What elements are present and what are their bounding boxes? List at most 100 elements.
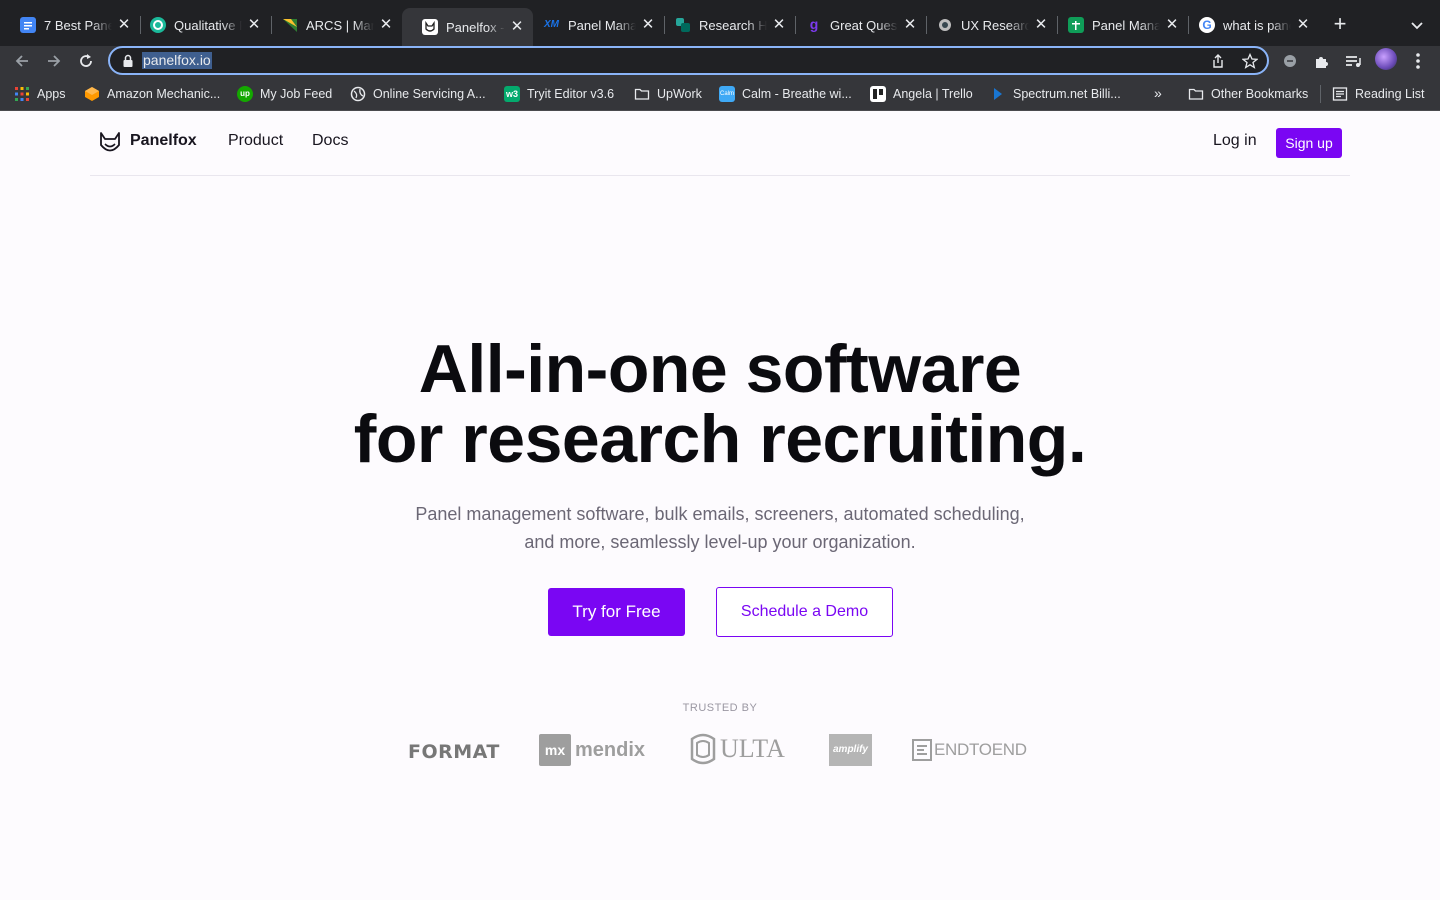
close-icon[interactable]: ✕ <box>246 17 262 33</box>
browser-tab-active[interactable]: Panelfox - Panel Management ✕ <box>402 8 533 46</box>
media-queue-icon[interactable] <box>1343 51 1363 71</box>
docs-icon <box>20 17 36 33</box>
bookmark-label: UpWork <box>657 87 702 101</box>
browser-tab[interactable]: Research Hub ✕ <box>655 8 795 42</box>
new-tab-icon[interactable]: + <box>1328 13 1352 37</box>
bookmark-calm[interactable]: Calm Calm - Breathe wi... <box>719 85 852 103</box>
tab-title: ARCS | Market Research <box>306 17 374 33</box>
close-icon[interactable]: ✕ <box>1164 17 1180 33</box>
bookmark-label: Reading List <box>1355 87 1425 101</box>
schedule-demo-button[interactable]: Schedule a Demo <box>716 587 893 637</box>
url-text[interactable]: panelfox.io <box>142 52 212 69</box>
more-vert-icon[interactable] <box>1408 51 1428 71</box>
close-icon[interactable]: ✕ <box>902 17 918 33</box>
login-link[interactable]: Log in <box>1213 132 1257 150</box>
bookmark-label: Angela | Trello <box>893 87 973 101</box>
bookmark-label: My Job Feed <box>260 87 333 101</box>
try-for-free-button[interactable]: Try for Free <box>548 588 685 636</box>
extensions-puzzle-icon[interactable] <box>1312 51 1332 71</box>
w3schools-icon: w3 <box>504 86 520 102</box>
amplify-logo: amplify <box>829 734 872 766</box>
folder-icon <box>1188 86 1204 102</box>
bookmark-my-job-feed[interactable]: up My Job Feed <box>237 85 332 103</box>
forward-icon[interactable] <box>41 48 67 74</box>
bookmarks-bar: Apps Amazon Mechanic... up My Job Feed O… <box>0 76 1440 111</box>
bookmark-apps[interactable]: Apps <box>14 85 66 103</box>
hero-sub-line-1: Panel management software, bulk emails, … <box>415 504 1025 524</box>
bookmark-label: Amazon Mechanic... <box>107 87 221 101</box>
reading-list-button[interactable]: Reading List <box>1332 85 1425 103</box>
spectrum-icon <box>990 86 1006 102</box>
arcs-icon <box>282 17 298 33</box>
hero-sub-line-2: and more, seamlessly level-up your organ… <box>524 532 916 552</box>
tab-title: Qualitative Research <box>174 17 242 33</box>
tab-title: Great Questions <box>830 17 898 33</box>
upwork-icon: up <box>237 86 253 102</box>
browser-tab[interactable]: g Great Questions ✕ <box>786 8 926 42</box>
lock-icon <box>123 54 133 67</box>
close-icon[interactable]: ✕ <box>771 17 787 33</box>
bookmark-upwork-folder[interactable]: UpWork <box>634 85 702 103</box>
bookmark-amazon-mturk[interactable]: Amazon Mechanic... <box>84 85 220 103</box>
bookmark-trello[interactable]: Angela | Trello <box>870 85 973 103</box>
panelfox-icon <box>422 19 438 35</box>
mendix-mark-icon: mx <box>539 734 571 766</box>
profile-avatar[interactable] <box>1375 48 1397 70</box>
browser-tab[interactable]: 7 Best Panel Management ✕ <box>0 8 140 42</box>
close-icon[interactable]: ✕ <box>1033 17 1049 33</box>
hero-headline: All-in-one software for research recruit… <box>0 334 1440 474</box>
bookmark-label: Calm - Breathe wi... <box>742 87 852 101</box>
close-icon[interactable]: ✕ <box>1295 17 1311 33</box>
address-bar[interactable]: panelfox.io <box>108 46 1269 75</box>
xm-icon: XM <box>544 19 559 30</box>
bookmark-label: Tryit Editor v3.6 <box>527 87 615 101</box>
tab-title: Panel Management <box>568 17 636 33</box>
browser-toolbar: panelfox.io <box>0 46 1440 76</box>
bookmark-label: Spectrum.net Billi... <box>1013 87 1121 101</box>
browser-tab[interactable]: ARCS | Market Research ✕ <box>262 8 402 42</box>
browser-tab[interactable]: XM Panel Management ✕ <box>524 8 664 42</box>
tab-title: UX Research <box>961 17 1029 33</box>
bookmark-spectrum[interactable]: Spectrum.net Billi... <box>990 85 1121 103</box>
hero-headline-line-1: All-in-one software <box>418 331 1022 407</box>
amazon-mturk-icon <box>84 86 100 102</box>
bookmark-other-bookmarks[interactable]: Other Bookmarks <box>1188 85 1308 103</box>
bookmarks-overflow-chevron-icon[interactable]: » <box>1154 85 1162 101</box>
nav-docs[interactable]: Docs <box>312 132 348 150</box>
reload-icon[interactable] <box>73 48 99 74</box>
back-icon[interactable] <box>9 48 35 74</box>
browser-tab[interactable]: Panel Management ✕ <box>1048 8 1188 42</box>
q-icon <box>150 17 166 33</box>
hero-subheading: Panel management software, bulk emails, … <box>370 500 1070 556</box>
bookmark-online-servicing[interactable]: Online Servicing A... <box>350 85 486 103</box>
share-icon[interactable] <box>1210 53 1226 69</box>
mendix-logo: mx mendix <box>539 734 645 766</box>
tab-title: Panelfox - Panel Management <box>446 19 505 35</box>
ulta-mark-icon <box>690 733 716 765</box>
google-icon: G <box>1199 17 1215 33</box>
close-icon[interactable]: ✕ <box>509 19 525 35</box>
signup-button[interactable]: Sign up <box>1276 128 1342 158</box>
bookmark-star-icon[interactable] <box>1242 53 1258 69</box>
tab-search-chevron-icon[interactable] <box>1406 14 1428 36</box>
close-icon[interactable]: ✕ <box>378 17 394 33</box>
close-icon[interactable]: ✕ <box>640 17 656 33</box>
extension-circle-icon[interactable] <box>1280 51 1300 71</box>
browser-tab[interactable]: Qualitative Research ✕ <box>130 8 270 42</box>
panelfox-logo-icon[interactable] <box>98 130 122 156</box>
bookmarks-divider <box>1320 85 1321 103</box>
site-header: Panelfox Product Docs Log in Sign up <box>90 111 1350 176</box>
sheets-icon <box>1068 17 1084 33</box>
calm-icon: Calm <box>719 86 735 102</box>
browser-tab[interactable]: UX Research ✕ <box>917 8 1057 42</box>
reading-list-icon <box>1332 86 1348 102</box>
nav-product[interactable]: Product <box>228 132 283 150</box>
bookmark-tryit-editor[interactable]: w3 Tryit Editor v3.6 <box>504 85 614 103</box>
g-icon: g <box>809 16 819 32</box>
format-logo: FORMAT <box>408 741 500 763</box>
apps-grid-icon <box>14 86 30 102</box>
browser-tab[interactable]: G what is panel management ✕ <box>1179 8 1319 42</box>
bookmark-label: Apps <box>37 87 66 101</box>
brand-name[interactable]: Panelfox <box>130 132 197 150</box>
endtoend-logo: ENDTOEND <box>912 738 1027 762</box>
